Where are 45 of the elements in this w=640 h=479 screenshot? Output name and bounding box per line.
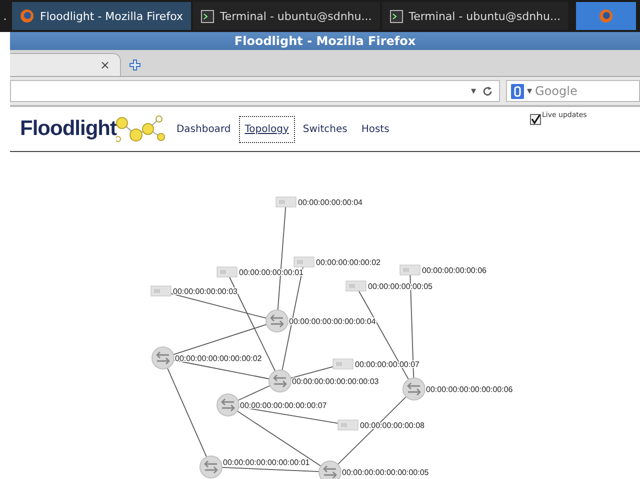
logo-text: Floodlight [20, 117, 116, 141]
switch-icon[interactable] [268, 370, 292, 392]
switch-label: 00:00:00:00:00:00:00:01 [223, 458, 310, 467]
switch-label: 00:00:00:00:00:00:00:03 [292, 377, 379, 386]
switch-icon[interactable] [318, 460, 342, 479]
firefox-icon [599, 9, 613, 23]
switch-label: 00:00:00:00:00:00:00:07 [240, 401, 327, 410]
switch-icon[interactable] [216, 394, 240, 416]
search-bar[interactable]: ▾ Google [506, 80, 640, 102]
reload-icon[interactable] [482, 86, 493, 96]
taskbar-task[interactable]: Floodlight - Mozilla Firefox [12, 2, 191, 30]
search-engine-icon[interactable] [511, 84, 524, 98]
live-updates-checkbox[interactable] [530, 114, 541, 125]
taskbar-task[interactable]: Terminal - ubuntu@sdnhu... [382, 2, 568, 30]
search-field[interactable]: Google [535, 84, 616, 98]
firefox-icon [20, 9, 34, 23]
terminal-icon [200, 10, 214, 22]
nav-link[interactable]: Dashboard [170, 116, 237, 142]
bubbles-drawing [116, 113, 166, 145]
nav-link[interactable]: Topology [238, 116, 295, 142]
taskbar-item[interactable]: . [0, 9, 10, 23]
switch-label: 00:00:00:00:00:00:00:06 [426, 385, 513, 394]
engine-dropdown[interactable]: ▾ [527, 86, 532, 96]
switch-label: 00:00:00:00:00:00:00:02 [175, 354, 262, 363]
history-dropdown[interactable]: ▾ [470, 86, 476, 96]
window-title: Floodlight - Mozilla Firefox [10, 32, 640, 50]
host-label: 00:00:00:00:00:03 [173, 287, 238, 296]
close-tab-button[interactable]: × [100, 58, 110, 72]
nav-link[interactable]: Switches [296, 116, 354, 142]
switch-icon[interactable] [152, 346, 174, 370]
host-label: 00:00:00:00:00:06 [422, 266, 487, 275]
switch-label: 00:00:00:00:00:00:00:05 [342, 468, 429, 477]
taskbar-task[interactable]: Terminal - ubuntu@sdnhu... [192, 2, 380, 30]
terminal-icon [390, 10, 403, 22]
taskbar-button[interactable] [576, 2, 636, 30]
nav-link[interactable]: Hosts [355, 116, 396, 142]
switch-icon[interactable] [266, 310, 288, 332]
host-label: 00:00:00:00:00:04 [298, 198, 363, 207]
browser-tab[interactable]: × [10, 53, 121, 76]
new-tab-icon[interactable] [129, 59, 141, 71]
switch-icon[interactable] [200, 456, 222, 478]
address-field[interactable]: ▾ [10, 80, 500, 102]
switch-icon[interactable] [402, 378, 426, 400]
host-label: 00:00:00:00:00:02 [316, 258, 381, 267]
link-line [238, 385, 270, 401]
